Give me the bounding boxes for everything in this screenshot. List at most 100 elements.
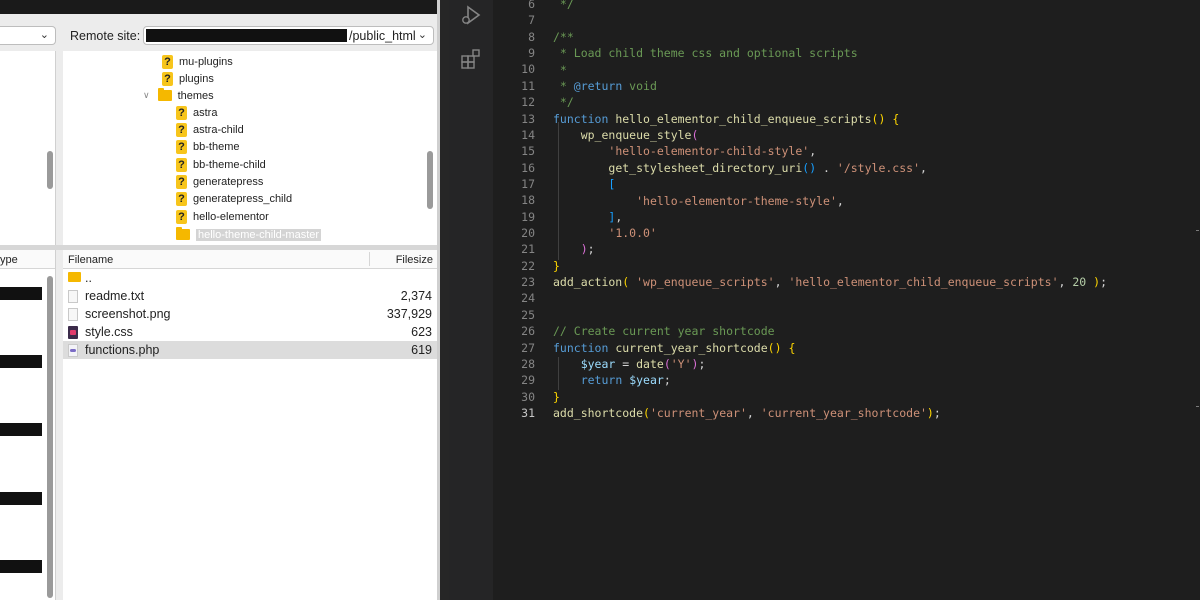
chevron-down-icon[interactable]: ⌄: [40, 28, 49, 41]
string-token: 'hello-elementor-child-style': [608, 144, 810, 158]
css-file-icon: [68, 326, 78, 339]
tree-node-label: bb-theme-child: [193, 158, 266, 171]
comment-token: void: [622, 79, 657, 93]
tree-node-generatepress[interactable]: ? generatepress: [176, 173, 263, 190]
run-debug-icon[interactable]: [460, 4, 482, 26]
tree-node-astra[interactable]: ? astra: [176, 104, 217, 121]
line-number: 24: [521, 291, 535, 306]
function-call-token: get_stylesheet_directory_uri: [608, 161, 803, 175]
comment-token: // Create current year shortcode: [553, 324, 775, 338]
tree-node-bb-theme-child[interactable]: ? bb-theme-child: [176, 156, 266, 173]
line-number: 26: [521, 324, 535, 339]
code-area[interactable]: */ /** * Load child theme css and option…: [553, 0, 1200, 600]
tree-node-label: astra: [193, 106, 218, 119]
tree-node-astra-child[interactable]: ? astra-child: [176, 121, 244, 138]
php-file-icon: [68, 344, 78, 357]
local-tree-scrollbar[interactable]: [47, 151, 53, 189]
code-line-16: get_stylesheet_directory_uri() . '/style…: [608, 161, 927, 175]
line-number: 22: [521, 258, 535, 273]
code-line-30: }: [553, 390, 560, 404]
string-token: 'current_year_shortcode': [760, 406, 927, 420]
line-number: 18: [521, 193, 535, 208]
file-row-functions-php[interactable]: functions.php 619: [63, 341, 437, 359]
question-folder-icon: ?: [176, 105, 187, 120]
redacted-path-segment: [146, 29, 347, 42]
question-folder-icon: ?: [176, 157, 187, 172]
function-call-token: wp_enqueue_style: [580, 128, 692, 142]
redacted-row: [0, 560, 42, 573]
local-list-scrollbar[interactable]: [47, 276, 53, 598]
code-line-20: '1.0.0': [553, 226, 657, 242]
line-number: 12: [521, 95, 535, 110]
file-name: ..: [85, 271, 92, 285]
code-line-8: /**: [553, 30, 574, 46]
image-file-icon: [68, 308, 78, 321]
column-header-filename[interactable]: Filename: [68, 254, 113, 266]
code-line-13: function hello_elementor_child_enqueue_s…: [553, 112, 900, 126]
tree-node-label: astra-child: [193, 123, 244, 136]
tree-node-bb-theme[interactable]: ? bb-theme: [176, 138, 239, 155]
file-name: readme.txt: [85, 289, 145, 303]
redacted-row: [0, 492, 42, 505]
file-row-parent[interactable]: ..: [63, 269, 437, 287]
code-line-23: add_action( 'wp_enqueue_scripts', 'hello…: [553, 275, 1108, 289]
function-call-token: add_action: [553, 275, 623, 289]
file-name: style.css: [85, 325, 133, 339]
minimap-marker: [1196, 406, 1199, 407]
line-number: 14: [521, 127, 535, 142]
folder-up-icon: [68, 272, 81, 282]
expand-chevron-icon[interactable]: ∨: [143, 90, 150, 101]
tree-node-label: generatepress_child: [193, 192, 293, 205]
line-number: 9: [528, 46, 535, 61]
remote-tree-scrollbar[interactable]: [427, 151, 433, 209]
line-number: 25: [521, 307, 535, 322]
tree-node-plugins[interactable]: ? plugins: [162, 70, 214, 87]
line-number: 20: [521, 226, 535, 241]
question-folder-icon: ?: [176, 139, 187, 154]
tree-node-label: themes: [177, 89, 214, 102]
file-size: 337,929: [386, 307, 432, 321]
comment-token: /**: [553, 30, 574, 44]
local-file-list[interactable]: ype: [0, 250, 56, 600]
tree-node-hello-theme-child-master[interactable]: hello-theme-child-master: [176, 226, 322, 243]
keyword-token: function: [553, 341, 609, 355]
top-toolbar-strip: [0, 0, 437, 14]
local-site-path-combo[interactable]: ⌄: [0, 26, 56, 45]
code-line-27: function current_year_shortcode() {: [553, 341, 796, 355]
line-number: 27: [521, 340, 535, 355]
file-size: 2,374: [400, 289, 432, 303]
tree-node-label: plugins: [179, 72, 214, 85]
tree-node-label: hello-elementor: [193, 210, 269, 223]
column-header-filesize[interactable]: Filesize: [396, 254, 433, 266]
folder-icon: [157, 88, 172, 101]
column-header-type[interactable]: ype: [0, 254, 18, 266]
local-list-header: ype: [0, 250, 55, 269]
tree-node-label: bb-theme: [193, 140, 240, 153]
tree-node-mu-plugins[interactable]: ? mu-plugins: [162, 53, 233, 70]
code-line-12: */: [553, 95, 574, 111]
remote-file-list[interactable]: Filename Filesize .. readme.txt 2,374 sc…: [63, 250, 437, 600]
tree-node-themes[interactable]: ∨ themes: [143, 87, 214, 104]
variable-token: $year: [580, 357, 616, 371]
question-folder-icon: ?: [176, 209, 187, 224]
docblock-tag-token: @return: [573, 79, 623, 93]
file-row-readme[interactable]: readme.txt 2,374: [63, 287, 437, 305]
column-divider[interactable]: [369, 252, 370, 266]
string-token: '1.0.0': [608, 226, 657, 240]
chevron-down-icon[interactable]: ⌄: [418, 28, 427, 41]
string-token: 'wp_enqueue_scripts': [636, 275, 775, 289]
number-token: 20: [1072, 275, 1087, 289]
remote-site-path-combo[interactable]: /public_html ⌄: [143, 26, 434, 45]
string-token: 'current_year': [649, 406, 747, 420]
line-number: 21: [521, 242, 535, 257]
file-row-style-css[interactable]: style.css 623: [63, 323, 437, 341]
tree-node-hello-elementor[interactable]: ? hello-elementor: [176, 208, 269, 225]
remote-directory-tree[interactable]: ? mu-plugins ? plugins ∨ themes ? astra …: [63, 51, 437, 245]
remote-path-text: /public_html: [349, 29, 416, 43]
file-row-screenshot[interactable]: screenshot.png 337,929: [63, 305, 437, 323]
extensions-icon[interactable]: [460, 48, 482, 70]
local-directory-tree[interactable]: [0, 51, 56, 245]
line-number: 28: [521, 356, 535, 371]
tree-node-generatepress-child[interactable]: ? generatepress_child: [176, 190, 292, 207]
variable-token: $year: [629, 373, 664, 387]
